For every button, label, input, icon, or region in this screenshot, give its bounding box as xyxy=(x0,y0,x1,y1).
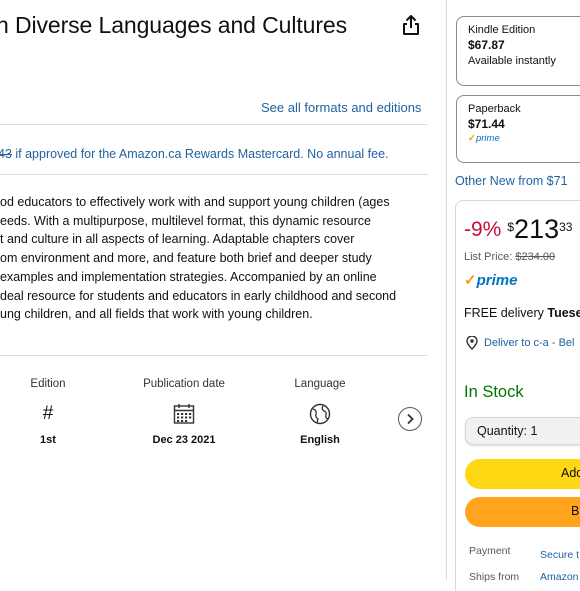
see-all-formats-link[interactable]: See all formats and editions xyxy=(261,100,421,115)
product-title: n Diverse Languages and Cultures xyxy=(0,12,347,38)
format-kindle-card[interactable]: Kindle Edition $67.87 Available instantl… xyxy=(456,16,580,86)
attribute-label: Publication date xyxy=(143,378,225,390)
format-name: Paperback xyxy=(468,103,521,115)
globe-icon xyxy=(309,403,331,425)
attribute-value: 1st xyxy=(40,434,56,446)
section-divider xyxy=(0,124,428,125)
prime-badge: ✓prime xyxy=(464,272,518,289)
share-button[interactable] xyxy=(396,10,426,40)
payment-link[interactable]: Secure t xyxy=(540,549,579,561)
attribute-label: Edition xyxy=(30,378,66,390)
price-currency: $ xyxy=(507,220,515,234)
ships-from-value: Amazon xyxy=(540,571,579,583)
attribute-publication-date: Publication date Dec 23 2021 xyxy=(134,378,234,446)
delivery-day: Tuese xyxy=(547,306,580,320)
add-to-cart-button[interactable]: Add xyxy=(465,459,580,489)
promo-struck-amount: 43 xyxy=(0,147,12,161)
price: -9% $ 213 33 xyxy=(464,214,572,245)
stock-status: In Stock xyxy=(464,383,524,401)
format-price: $71.44 xyxy=(468,117,505,131)
other-new-offers-link[interactable]: Other New from $71 xyxy=(455,174,568,188)
attribute-label: Language xyxy=(294,378,346,390)
description-line: examples and implementation strategies. … xyxy=(0,269,377,284)
buy-now-button[interactable]: B xyxy=(465,497,580,527)
price-whole: 213 xyxy=(514,214,560,244)
format-availability: Available instantly xyxy=(468,55,556,67)
price-fraction: 33 xyxy=(559,220,573,234)
payment-label: Payment xyxy=(469,545,511,557)
location-pin-icon xyxy=(466,336,478,350)
section-divider xyxy=(0,355,428,356)
quantity-select[interactable]: Quantity: 1 xyxy=(465,417,580,445)
description-line: deal resource for students and educators… xyxy=(0,288,397,303)
panel-divider xyxy=(446,0,447,580)
format-paperback-card[interactable]: Paperback $71.44 ✓prime xyxy=(456,95,580,163)
discount-percent: -9% xyxy=(464,218,502,241)
product-description: od educators to effectively work with an… xyxy=(0,193,440,324)
attribute-language: Language English xyxy=(280,378,360,446)
chevron-right-icon xyxy=(407,413,414,425)
description-line: od educators to effectively work with an… xyxy=(0,195,390,209)
list-price: List Price: $234.00 xyxy=(464,251,555,263)
carousel-next-button[interactable] xyxy=(398,407,422,431)
prime-check-icon: ✓ xyxy=(468,133,476,144)
attribute-value: Dec 23 2021 xyxy=(152,434,216,446)
prime-check-icon: ✓ xyxy=(464,272,477,289)
attribute-value: English xyxy=(300,434,340,446)
description-line: eeds. With a multipurpose, multilevel fo… xyxy=(0,213,371,228)
free-delivery: FREE delivery Tuese xyxy=(464,306,580,320)
description-line: om environment and more, and feature bot… xyxy=(0,251,372,266)
ships-from-label: Ships from xyxy=(469,571,520,583)
deliver-to-text: Deliver to c-a - Bel xyxy=(484,337,575,349)
list-price-label: List Price: xyxy=(464,251,516,263)
deliver-to-link[interactable]: Deliver to c-a - Bel xyxy=(466,336,574,350)
description-line: ung children, and all fields that work w… xyxy=(0,307,313,322)
hash-icon: # xyxy=(42,403,54,424)
section-divider xyxy=(0,174,428,175)
calendar-icon xyxy=(173,404,195,424)
promo-text: if approved for the Amazon.ca Rewards Ma… xyxy=(11,147,389,161)
attribute-edition: Edition # 1st xyxy=(18,378,78,446)
share-icon xyxy=(403,15,419,35)
list-price-value: $234.00 xyxy=(515,251,556,263)
prime-badge: ✓prime xyxy=(468,133,500,144)
description-line: t and culture in all aspects of learning… xyxy=(0,232,355,247)
format-price: $67.87 xyxy=(468,38,505,52)
format-name: Kindle Edition xyxy=(468,24,536,36)
rewards-promo-link[interactable]: 43 if approved for the Amazon.ca Rewards… xyxy=(0,147,389,161)
